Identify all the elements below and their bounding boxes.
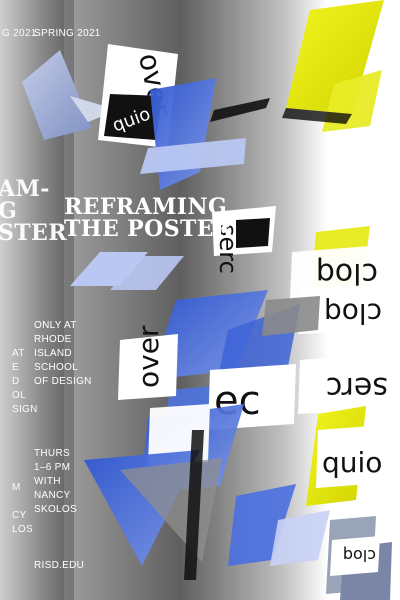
poster: over quio serc cloq cloq over ec serc qu… — [0, 0, 400, 600]
location-echo-1: AT — [12, 348, 25, 359]
title-echo-line-1: AM- — [0, 176, 50, 202]
location-echo-4: OL — [12, 390, 26, 401]
location-line-3: ISLAND — [34, 348, 72, 359]
location-line-5: OF DESIGN — [34, 376, 92, 387]
svg-text:quio: quio — [322, 446, 382, 479]
blue-triangle-top — [150, 78, 216, 190]
location-echo-2: E — [12, 362, 19, 373]
time-echo-1: M — [12, 482, 21, 493]
time-line-3: WITH — [34, 476, 61, 487]
location-line-4: SCHOOL — [34, 362, 79, 373]
time-line-5: SKOLOS — [34, 504, 77, 515]
type-tile-lower-left: over — [118, 325, 178, 400]
location-echo-3: D — [12, 376, 20, 387]
time-echo-3: CY — [12, 510, 27, 521]
season-label: SPRING 2021 — [34, 28, 101, 39]
time-line-1: THURS — [34, 448, 70, 459]
title-echo-line-2: G — [0, 198, 18, 224]
season-echo: G 2021 — [2, 28, 37, 39]
title-echo-line-3: STER — [0, 220, 67, 246]
location-line-1: ONLY AT — [34, 320, 77, 331]
gray-shard — [262, 296, 320, 336]
black-bar-top — [210, 98, 270, 122]
time-line-4: NANCY — [34, 490, 71, 501]
time-echo-4: LOS — [12, 524, 33, 535]
location-line-2: RHODE — [34, 334, 72, 345]
paper-triangle-top — [22, 50, 92, 140]
website-link[interactable]: RISD.EDU — [34, 560, 84, 572]
title-line-1: REFRAMING — [64, 194, 228, 220]
time-line-2: 1–6 PM — [34, 462, 71, 473]
svg-text:over: over — [132, 325, 165, 388]
location-echo-5: SIGN — [12, 404, 38, 415]
title-line-2: THE POSTER — [64, 216, 233, 242]
svg-text:cloq: cloq — [324, 297, 382, 330]
type-tile-bottom-right: quio — [316, 424, 398, 488]
type-tile-lower-right: serc — [298, 352, 398, 414]
svg-text:serc: serc — [326, 370, 388, 405]
svg-text:cloq: cloq — [343, 546, 376, 565]
type-tile-bottom: cloq — [330, 536, 380, 576]
